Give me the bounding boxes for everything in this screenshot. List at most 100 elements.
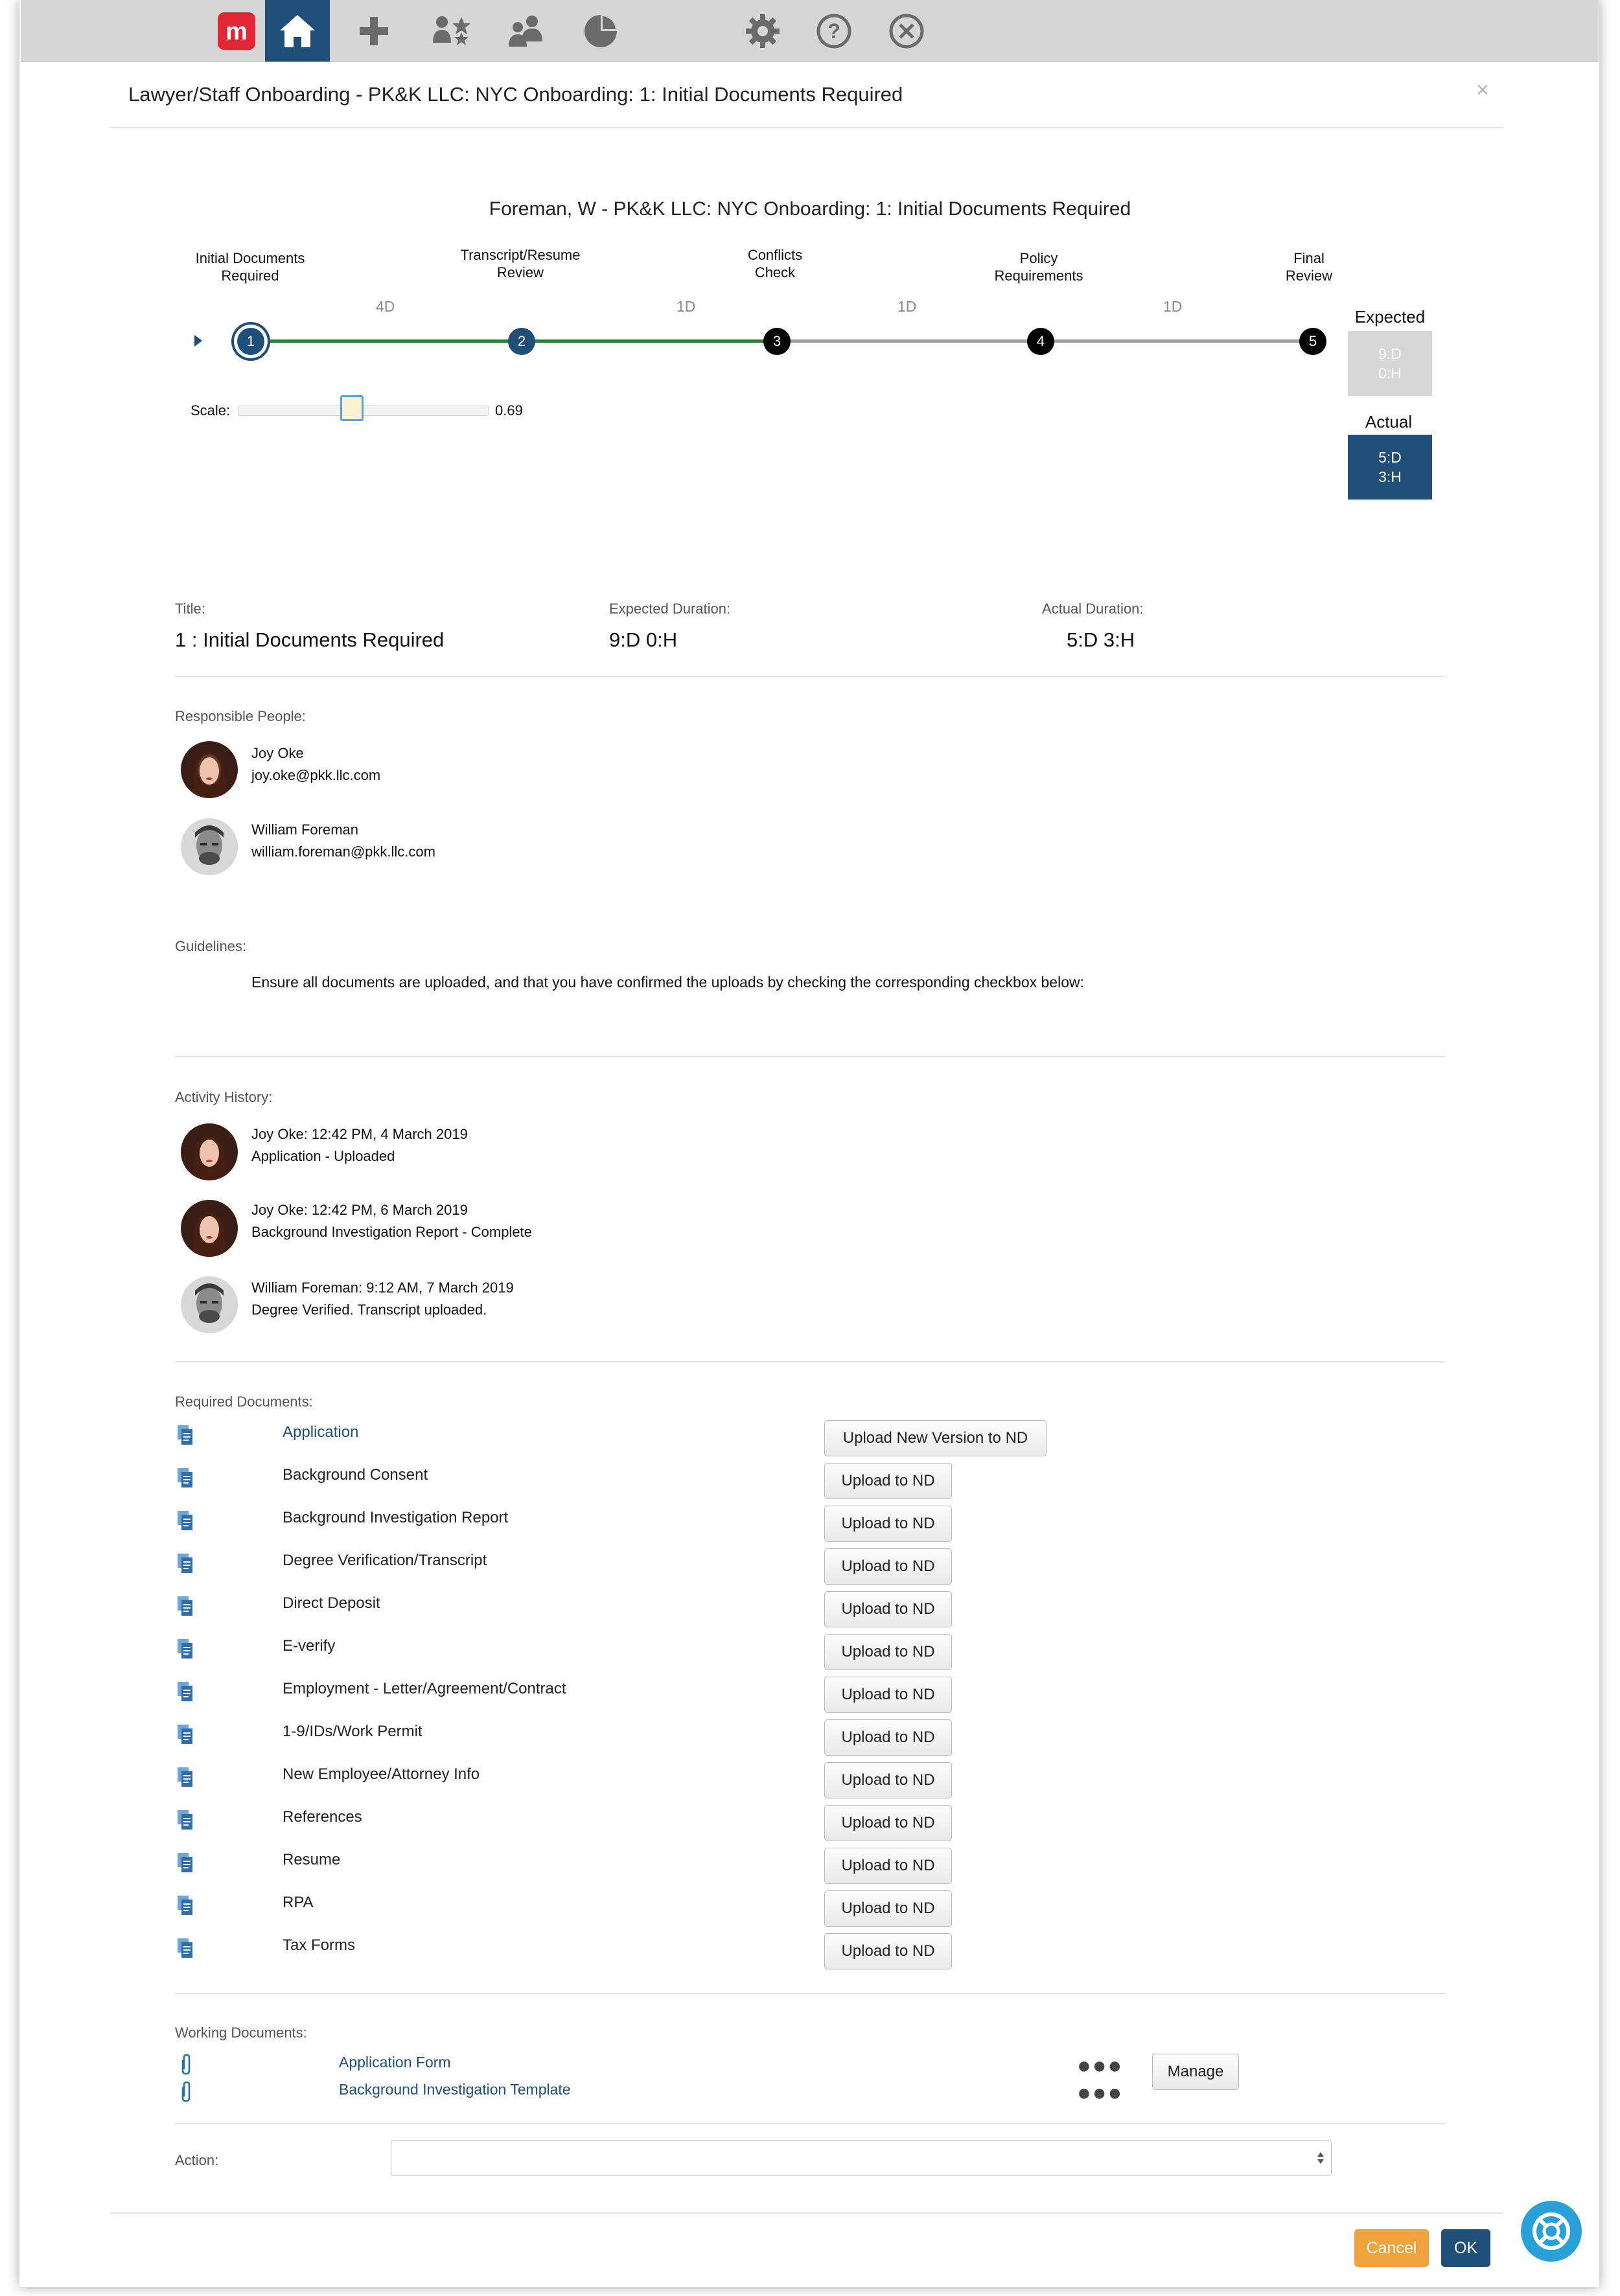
modal-title: Lawyer/Staff Onboarding - PK&K LLC: NYC …: [128, 83, 903, 106]
plus-icon[interactable]: [351, 0, 397, 62]
step-label-2: Transcript/Resume Review: [460, 247, 581, 281]
scale-slider-handle[interactable]: [340, 395, 364, 421]
person-info: William Foreman william.foreman@pkk.llc.…: [251, 819, 435, 863]
activity-description: Degree Verified. Transcript uploaded.: [251, 1302, 487, 1318]
document-icon: [176, 1510, 194, 1532]
required-document-name: References: [283, 1808, 362, 1826]
guidelines-label: Guidelines:: [175, 938, 247, 954]
home-icon[interactable]: [265, 0, 330, 62]
expand-arrow-icon[interactable]: [193, 334, 203, 351]
working-documents-label: Working Documents:: [175, 2025, 307, 2041]
duration-label-2: 1D: [677, 298, 696, 315]
actual-duration-label: Actual Duration:: [1042, 601, 1144, 617]
document-icon: [176, 1852, 194, 1874]
app-logo-icon[interactable]: m: [207, 0, 266, 62]
upload-button[interactable]: Upload to ND: [824, 1677, 952, 1713]
title-value: 1 : Initial Documents Required: [175, 628, 445, 651]
pie-chart-icon[interactable]: [575, 0, 627, 62]
document-icon: [176, 1467, 194, 1489]
step-node-2[interactable]: 2: [508, 328, 535, 355]
avatar: [181, 1200, 238, 1257]
modal-close-button[interactable]: ×: [1476, 78, 1489, 103]
required-documents-label: Required Documents:: [175, 1394, 313, 1410]
document-icon: [176, 1552, 194, 1574]
duration-label-3: 1D: [897, 298, 917, 315]
required-document-name: Background Investigation Report: [283, 1509, 509, 1526]
expected-days: 9:D: [1378, 345, 1402, 362]
avatar: [181, 1123, 238, 1180]
upload-button[interactable]: Upload to ND: [824, 1591, 952, 1627]
person-name: Joy Oke: [251, 745, 304, 761]
document-icon: [176, 1681, 194, 1703]
activity-header: William Foreman: 9:12 AM, 7 March 2019: [251, 1280, 514, 1296]
more-options-icon[interactable]: ●●●: [1077, 2081, 1123, 2104]
ok-button[interactable]: OK: [1441, 2229, 1490, 2267]
step-label-1: Initial Documents Required: [195, 250, 305, 284]
actual-duration-box: 5:D 3:H: [1348, 435, 1432, 499]
activity-history-label: Activity History:: [175, 1089, 273, 1105]
expected-duration-label: Expected Duration:: [609, 601, 731, 617]
starred-people-icon[interactable]: [426, 0, 478, 62]
progress-line-2: [524, 339, 776, 343]
people-icon[interactable]: [500, 0, 552, 62]
gear-icon[interactable]: [737, 0, 789, 62]
document-icon: [176, 1809, 194, 1831]
expected-duration-box: 9:D 0:H: [1348, 331, 1432, 396]
document-icon: [176, 1638, 194, 1660]
document-icon: [176, 1424, 194, 1446]
upload-button[interactable]: Upload to ND: [824, 1548, 952, 1585]
activity-item: Joy Oke: 12:42 PM, 4 March 2019 Applicat…: [251, 1123, 468, 1167]
upload-button[interactable]: Upload to ND: [824, 1890, 952, 1927]
manage-button[interactable]: Manage: [1152, 2054, 1239, 2090]
divider: [175, 1993, 1445, 1994]
svg-text:?: ?: [827, 19, 840, 43]
paperclip-icon: [179, 2054, 197, 2076]
activity-item: Joy Oke: 12:42 PM, 6 March 2019 Backgrou…: [251, 1199, 532, 1243]
activity-header: Joy Oke: 12:42 PM, 6 March 2019: [251, 1202, 468, 1218]
person-name: William Foreman: [251, 821, 359, 838]
upload-button[interactable]: Upload to ND: [824, 1933, 952, 1969]
close-circle-icon[interactable]: [881, 0, 932, 62]
required-document-name: 1-9/IDs/Work Permit: [283, 1723, 422, 1740]
step-label-4: Policy Requirements: [994, 250, 1083, 284]
upload-button[interactable]: Upload to ND: [824, 1463, 952, 1499]
upload-button[interactable]: Upload to ND: [824, 1805, 952, 1841]
cancel-button[interactable]: Cancel: [1354, 2229, 1429, 2267]
responsible-people-label: Responsible People:: [175, 708, 306, 724]
avatar: [181, 1276, 238, 1333]
required-document-name: RPA: [283, 1894, 314, 1911]
scale-slider[interactable]: [238, 395, 489, 421]
expected-box-title: Expected: [1354, 307, 1426, 327]
action-select[interactable]: [391, 2140, 1332, 2176]
progress-line-4: [1041, 339, 1313, 343]
step-node-3[interactable]: 3: [763, 328, 791, 355]
support-lifebuoy-icon[interactable]: [1521, 2201, 1582, 2262]
top-toolbar: m ?: [21, 0, 1599, 62]
upload-new-version-button[interactable]: Upload New Version to ND: [824, 1420, 1047, 1456]
paperclip-icon: [179, 2081, 197, 2103]
duration-label-1: 4D: [376, 298, 395, 315]
step-node-1[interactable]: 1: [237, 328, 264, 355]
upload-button[interactable]: Upload to ND: [824, 1634, 952, 1670]
required-document-name: New Employee/Attorney Info: [283, 1765, 480, 1783]
working-document-link[interactable]: Application Form: [339, 2054, 451, 2071]
actual-days: 5:D: [1378, 449, 1402, 466]
upload-button[interactable]: Upload to ND: [824, 1719, 952, 1756]
more-options-icon[interactable]: ●●●: [1077, 2054, 1123, 2077]
required-document-name: E-verify: [283, 1637, 336, 1655]
document-icon: [176, 1894, 194, 1916]
required-document-name: Employment - Letter/Agreement/Contract: [283, 1680, 566, 1697]
upload-button[interactable]: Upload to ND: [824, 1762, 952, 1798]
document-icon: [176, 1766, 194, 1788]
required-document-name[interactable]: Application: [283, 1423, 358, 1441]
duration-label-4: 1D: [1163, 298, 1183, 315]
step-node-5[interactable]: 5: [1299, 328, 1326, 355]
working-document-link[interactable]: Background Investigation Template: [339, 2081, 571, 2098]
upload-button[interactable]: Upload to ND: [824, 1506, 952, 1542]
avatar: [181, 741, 238, 798]
upload-button[interactable]: Upload to ND: [824, 1848, 952, 1884]
required-document-name: Direct Deposit: [283, 1594, 380, 1612]
step-node-4[interactable]: 4: [1027, 328, 1054, 355]
activity-description: Background Investigation Report - Comple…: [251, 1224, 532, 1240]
help-icon[interactable]: ?: [808, 0, 860, 62]
